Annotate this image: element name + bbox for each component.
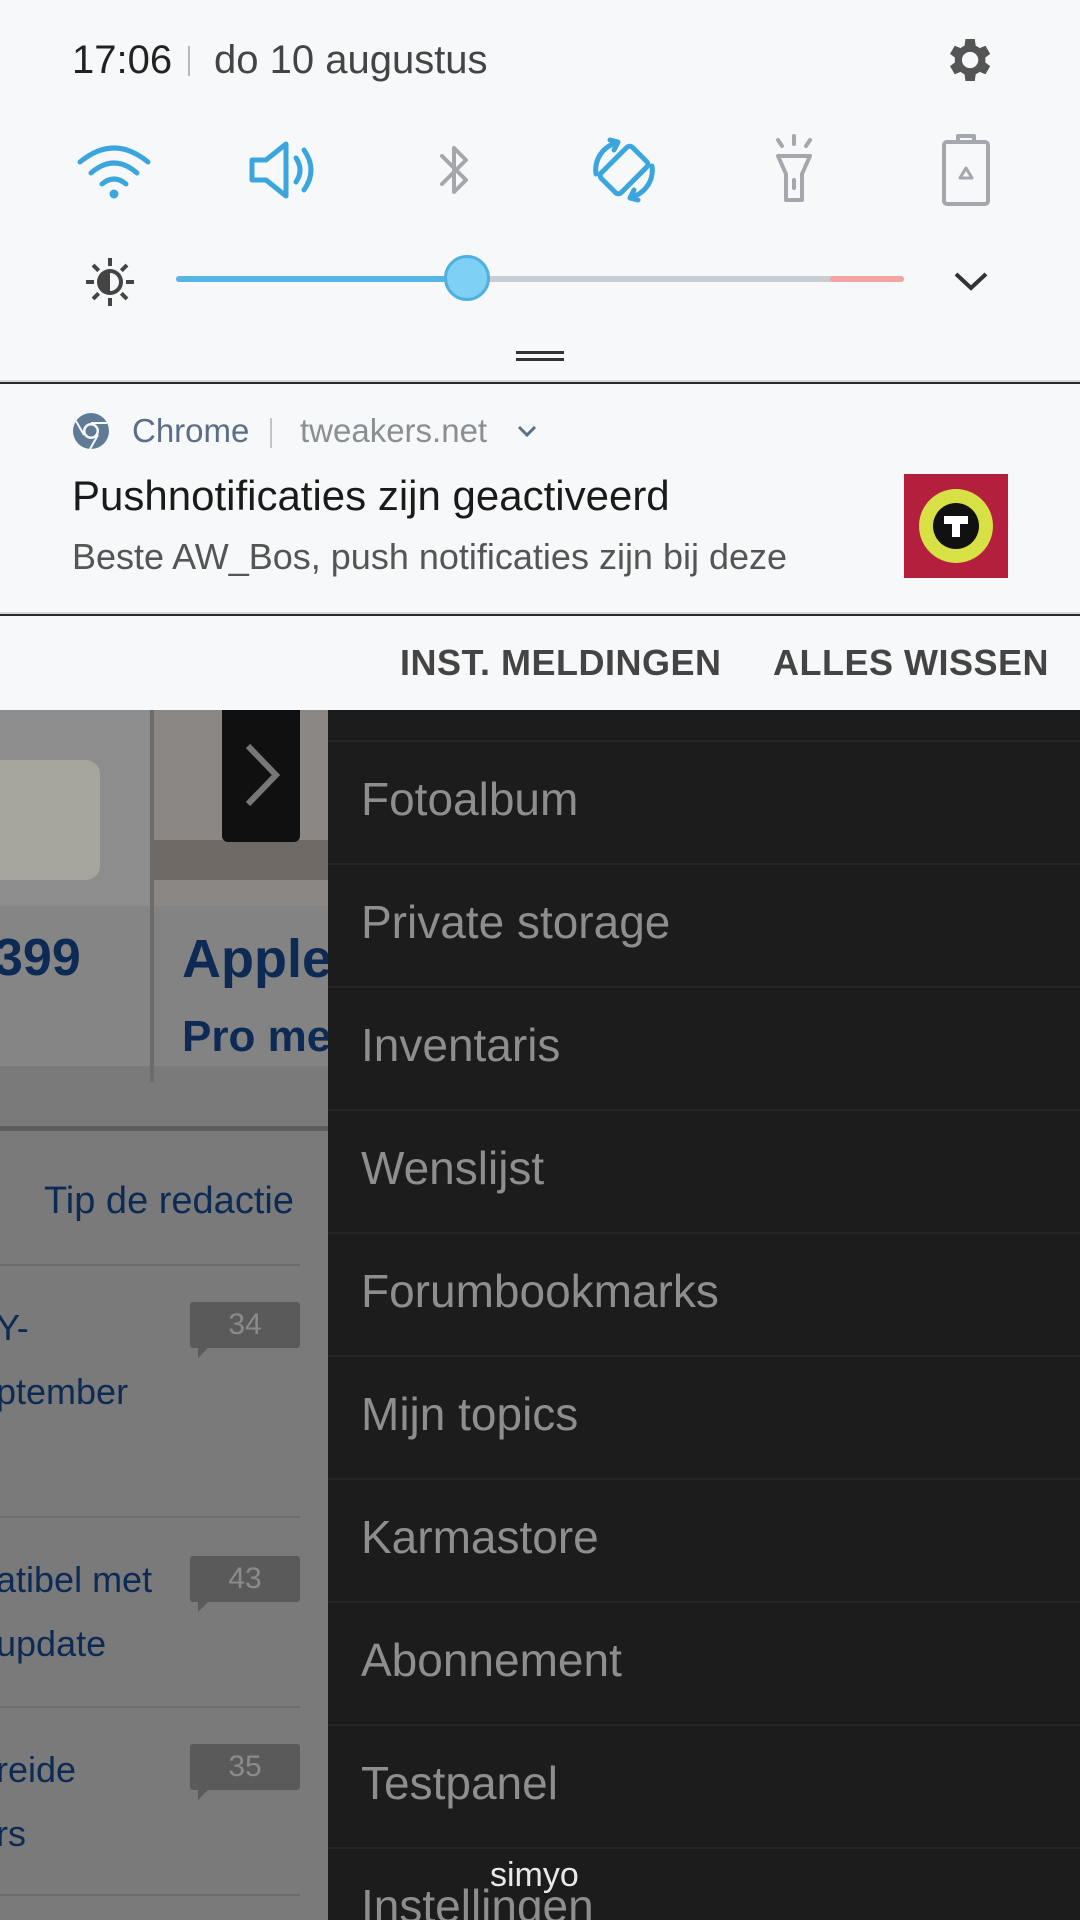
comment-count-badge: 34 — [190, 1302, 300, 1358]
drawer-item-karmastore[interactable]: Karmastore — [328, 1480, 1080, 1603]
drawer-item-instellingen[interactable]: Instellingen — [328, 1849, 1080, 1920]
settings-gear-icon[interactable] — [940, 32, 996, 88]
flashlight-icon — [776, 134, 812, 202]
notification-site: tweakers.net — [300, 412, 488, 449]
article-subtitle-fragment: Pro met — [182, 1012, 328, 1061]
date-label: do 10 augustus — [214, 38, 488, 82]
bluetooth-tile[interactable] — [412, 128, 496, 212]
brightness-icon — [84, 256, 136, 308]
drawer-item-testpanel[interactable]: Testpanel — [328, 1726, 1080, 1849]
rotate-icon — [593, 137, 655, 203]
notification-app-name: Chrome — [132, 412, 250, 449]
article-price-fragment: 399 — [0, 929, 81, 987]
chrome-icon — [72, 412, 110, 450]
panel-drag-handle[interactable] — [516, 351, 564, 361]
carousel-next-button[interactable] — [222, 710, 300, 842]
notification-settings-button[interactable]: INST. MELDINGEN — [400, 642, 722, 684]
brightness-high-zone — [830, 276, 904, 282]
comment-count-badge: 43 — [190, 1556, 300, 1612]
time-date-separator — [188, 46, 190, 76]
news-item-text: reide rs — [0, 1749, 77, 1854]
auto-rotate-tile[interactable] — [582, 128, 666, 212]
article-title-fragment: Apple i — [182, 929, 328, 989]
comment-count-badge: 35 — [190, 1744, 300, 1800]
news-item-text: atibel met update — [0, 1559, 153, 1664]
wifi-tile[interactable] — [72, 128, 156, 212]
tweakers-logo — [904, 474, 1008, 578]
drawer-item-wenslijst[interactable]: Wenslijst — [328, 1111, 1080, 1234]
bluetooth-icon — [440, 146, 468, 194]
carrier-label: simyo — [490, 1856, 579, 1894]
expand-chevron-icon[interactable] — [946, 256, 996, 306]
clock: 17:06 — [72, 38, 173, 82]
drawer-item-fotoalbum[interactable]: Fotoalbum — [328, 742, 1080, 865]
drawer-item-private-storage[interactable]: Private storage — [328, 865, 1080, 988]
chrome-notification[interactable]: Chrome tweakers.net Pushnotificaties zij… — [0, 384, 1080, 614]
expand-notification-chevron-icon[interactable] — [514, 418, 540, 444]
notification-actions: INST. MELDINGEN ALLES WISSEN — [0, 616, 1080, 710]
drawer-item-abonnement[interactable]: Abonnement — [328, 1603, 1080, 1726]
sound-tile[interactable] — [242, 128, 326, 212]
tip-editorial-link[interactable]: Tip de redactie — [44, 1180, 294, 1223]
brightness-slider[interactable] — [176, 255, 904, 301]
drawer-item-mijn-topics[interactable]: Mijn topics — [328, 1357, 1080, 1480]
power-saving-tile[interactable] — [924, 128, 1008, 212]
drawer-item-inventaris[interactable]: Inventaris — [328, 988, 1080, 1111]
article-image — [0, 710, 150, 906]
speaker-icon — [249, 141, 314, 199]
navigation-drawer: Fotoalbum Private storage Inventaris Wen… — [328, 710, 1080, 1920]
battery-recycle-icon — [942, 134, 990, 206]
background-web-page: 399 Apple i Pro met Tip de redactie Y- p… — [0, 710, 328, 1920]
header-separator — [270, 418, 272, 448]
flashlight-tile[interactable] — [752, 128, 836, 212]
drawer-item-forumbookmarks[interactable]: Forumbookmarks — [328, 1234, 1080, 1357]
notification-title: Pushnotificaties zijn geactiveerd — [72, 472, 670, 519]
quick-settings-panel: 17:06 do 10 augustus — [0, 0, 1080, 382]
notification-body: Beste AW_Bos, push notificaties zijn bij… — [72, 536, 788, 577]
news-item-text: Y- ptember — [0, 1307, 129, 1412]
brightness-slider-fill — [176, 276, 468, 282]
brightness-slider-thumb[interactable] — [444, 255, 491, 301]
clear-all-button[interactable]: ALLES WISSEN — [773, 642, 1049, 684]
wifi-icon — [77, 145, 151, 199]
